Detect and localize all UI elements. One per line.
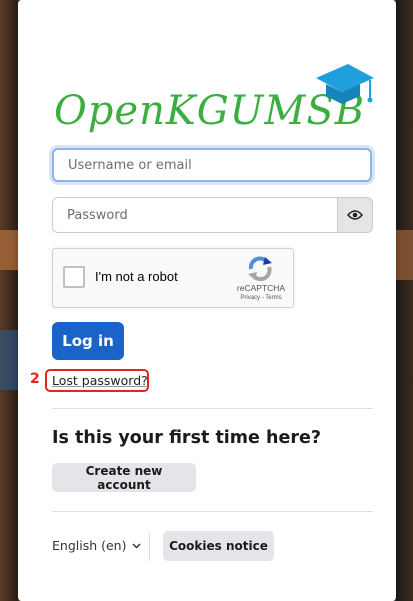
footer-separator <box>149 533 150 561</box>
login-button[interactable]: Log in <box>52 322 124 360</box>
signup-heading: Is this your first time here? <box>52 428 321 448</box>
eye-icon <box>347 210 363 220</box>
recaptcha-checkbox[interactable] <box>63 266 85 288</box>
username-input[interactable] <box>66 156 358 174</box>
chevron-down-icon <box>132 542 142 549</box>
background-streak <box>393 230 413 280</box>
divider <box>52 511 373 512</box>
password-field[interactable] <box>52 197 338 233</box>
divider <box>52 408 373 409</box>
site-logo: OpenKGUMSB <box>52 60 374 140</box>
lost-password-link[interactable]: Lost password? <box>52 373 148 388</box>
cookies-notice-button[interactable]: Cookies notice <box>163 531 274 561</box>
recaptcha-widget: I'm not a robot reCAPTCHA Privacy - Term… <box>52 248 294 308</box>
recaptcha-brand: reCAPTCHA <box>236 283 286 293</box>
recaptcha-logo-icon <box>248 256 272 281</box>
show-password-button[interactable] <box>338 197 373 233</box>
recaptcha-terms-link[interactable]: Privacy - Terms <box>229 295 293 301</box>
recaptcha-label: I'm not a robot <box>95 269 178 284</box>
create-account-button[interactable]: Create new account <box>52 463 196 492</box>
password-group <box>52 197 373 233</box>
graduation-cap-icon <box>316 64 374 104</box>
language-selector[interactable]: English (en) <box>52 538 142 553</box>
annotation-number: 2 <box>30 371 40 387</box>
password-input[interactable] <box>65 206 325 224</box>
language-label: English (en) <box>52 538 127 553</box>
username-field[interactable] <box>52 148 372 182</box>
